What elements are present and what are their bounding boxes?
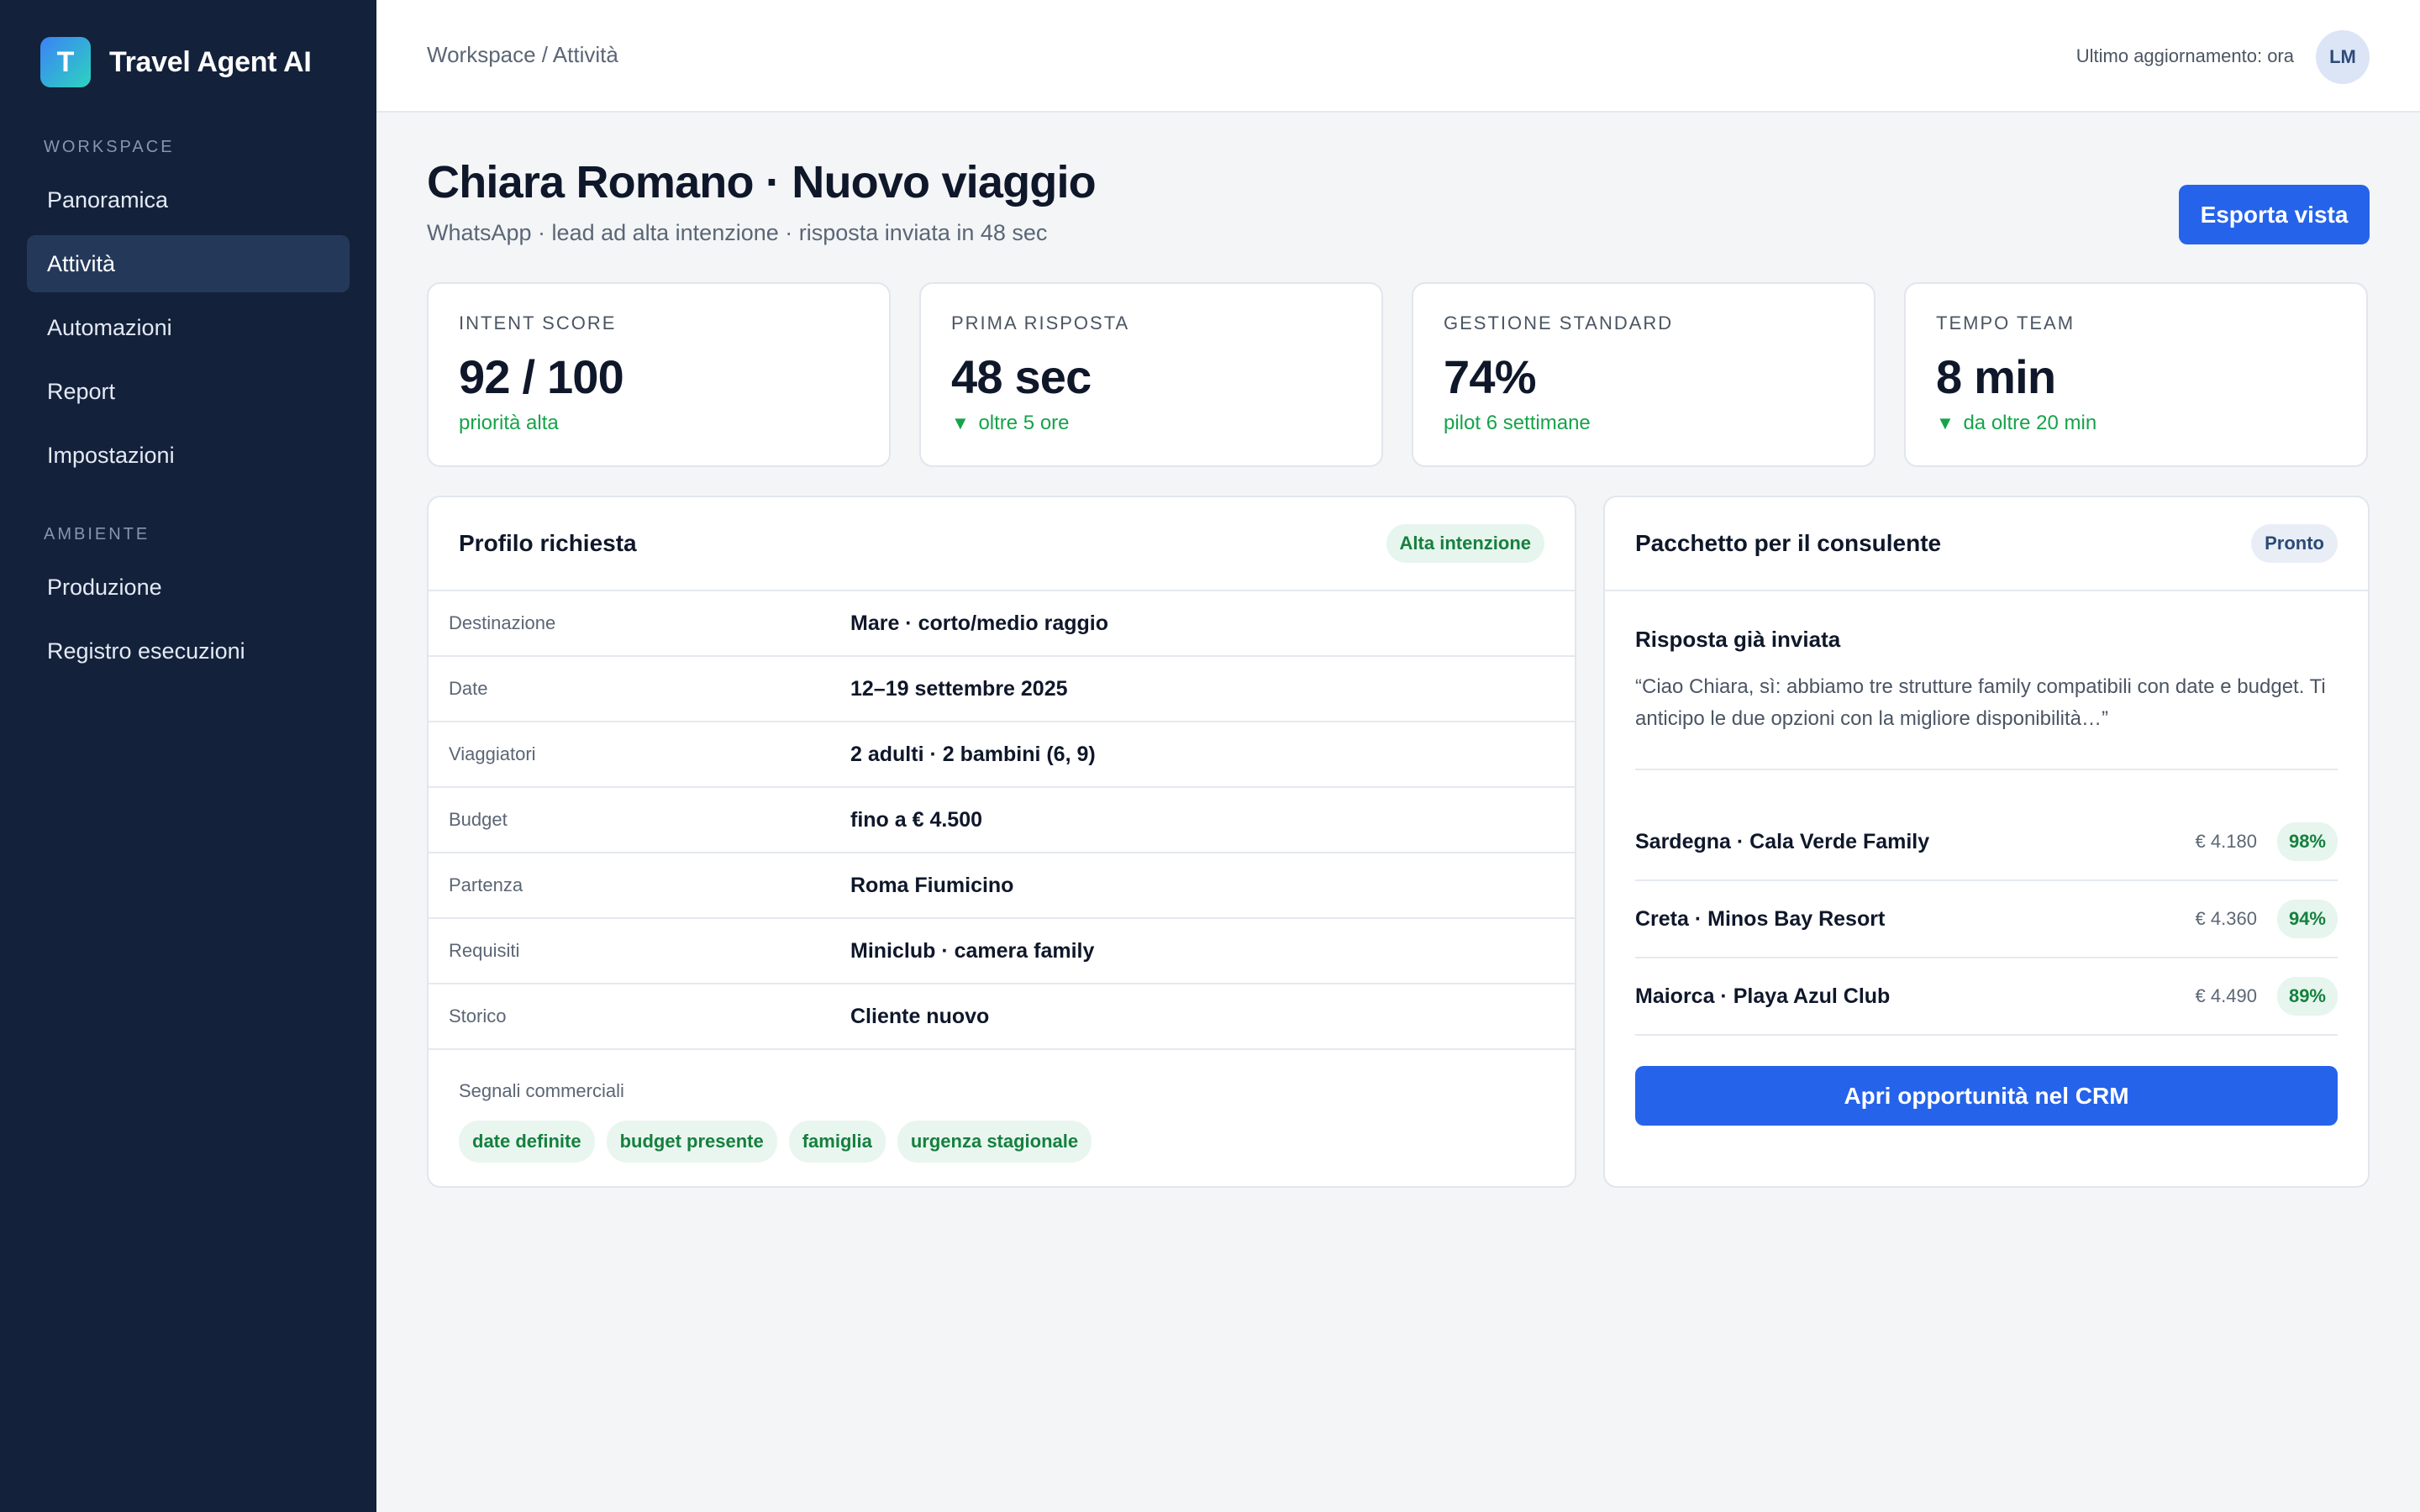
stat-label: GESTIONE STANDARD xyxy=(1444,312,1674,333)
row-label: Destinazione xyxy=(449,612,556,633)
sidebar-item-registro-esecuzioni[interactable]: Registro esecuzioni xyxy=(27,622,350,680)
panel-title: Pacchetto per il consulente xyxy=(1635,530,1942,556)
stat-note: pilot 6 settimane xyxy=(1444,412,1844,435)
breadcrumb[interactable]: Workspace / Attività xyxy=(427,42,618,68)
row-value: Roma Fiumicino xyxy=(850,873,1014,897)
stat-card-gestione-standard: GESTIONE STANDARD 74% pilot 6 settimane xyxy=(1412,282,1876,467)
option-name: Creta · Minos Bay Resort xyxy=(1635,906,1886,931)
sidebar-item-impostazioni[interactable]: Impostazioni xyxy=(27,427,350,484)
stat-card-prima-risposta: PRIMA RISPOSTA 48 sec ▼ oltre 5 ore xyxy=(919,282,1383,467)
package-panel: Pacchetto per il consulente Pronto Rispo… xyxy=(1603,496,2370,1188)
last-updated-status: Ultimo aggiornamento: ora xyxy=(2075,45,2294,66)
reply-title: Risposta già inviata xyxy=(1635,627,1841,652)
sidebar-item-report[interactable]: Report xyxy=(27,363,350,420)
sidebar: T Travel Agent AI WORKSPACE Panoramica A… xyxy=(0,0,376,1512)
profile-row-storico: Storico Cliente nuovo xyxy=(429,984,1575,1050)
status-badge: Pronto xyxy=(2251,524,2338,563)
stat-note: ▼ oltre 5 ore xyxy=(951,412,1351,435)
row-label: Requisiti xyxy=(449,940,520,961)
option-name: Maiorca · Playa Azul Club xyxy=(1635,984,1891,1008)
signal-chip: urgenza stagionale xyxy=(897,1121,1092,1163)
stat-note-text: pilot 6 settimane xyxy=(1444,411,1591,434)
page-title: Chiara Romano · Nuovo viaggio xyxy=(427,157,1097,207)
stat-label: TEMPO TEAM xyxy=(1936,312,2075,333)
row-label: Budget xyxy=(449,809,508,830)
signal-chip: date definite xyxy=(459,1121,595,1163)
profile-panel: Profilo richiesta Alta intenzione Destin… xyxy=(427,496,1576,1188)
app-name: Travel Agent AI xyxy=(109,45,312,78)
export-view-button[interactable]: Esporta vista xyxy=(2179,185,2370,244)
profile-row-destinazione: Destinazione Mare · corto/medio raggio xyxy=(429,591,1575,657)
sidebar-item-panoramica[interactable]: Panoramica xyxy=(27,171,350,228)
row-label: Storico xyxy=(449,1005,507,1026)
topbar: Workspace / Attività Ultimo aggiornament… xyxy=(376,0,2420,113)
option-price: € 4.490 xyxy=(2195,985,2257,1006)
stat-label: INTENT SCORE xyxy=(459,312,617,333)
option-row[interactable]: Sardegna · Cala Verde Family € 4.180 98% xyxy=(1635,804,2338,881)
match-score-badge: 89% xyxy=(2276,977,2338,1016)
row-value: Miniclub · camera family xyxy=(850,938,1095,963)
stat-value: 8 min xyxy=(1936,350,2056,403)
stat-note-text: oltre 5 ore xyxy=(978,411,1070,434)
stat-value: 74% xyxy=(1444,350,1536,403)
section-label-workspace: WORKSPACE xyxy=(44,138,175,156)
package-body: Risposta già inviata “Ciao Chiara, sì: a… xyxy=(1605,591,2368,1126)
section-label-ambiente: AMBIENTE xyxy=(44,525,150,543)
avatar[interactable]: LM xyxy=(2316,30,2370,84)
stat-note: priorità alta xyxy=(459,412,859,435)
stat-note: ▼ da oltre 20 min xyxy=(1936,412,2336,435)
profile-row-date: Date 12–19 settembre 2025 xyxy=(429,657,1575,722)
option-row[interactable]: Creta · Minos Bay Resort € 4.360 94% xyxy=(1635,881,2338,958)
signal-chips: date definite budget presente famiglia u… xyxy=(459,1121,1544,1163)
arrow-down-icon: ▼ xyxy=(951,412,970,433)
row-value: Mare · corto/medio raggio xyxy=(850,611,1108,635)
sidebar-item-automazioni[interactable]: Automazioni xyxy=(27,299,350,356)
stat-value: 92 / 100 xyxy=(459,350,624,403)
row-value: Cliente nuovo xyxy=(850,1004,990,1028)
panel-header: Profilo richiesta Alta intenzione xyxy=(429,497,1575,591)
row-label: Date xyxy=(449,678,488,699)
row-value: 12–19 settembre 2025 xyxy=(850,676,1068,701)
profile-row-requisiti: Requisiti Miniclub · camera family xyxy=(429,919,1575,984)
option-name: Sardegna · Cala Verde Family xyxy=(1635,829,1930,853)
profile-row-budget: Budget fino a € 4.500 xyxy=(429,788,1575,853)
match-score-badge: 94% xyxy=(2276,900,2338,938)
signal-chip: budget presente xyxy=(606,1121,777,1163)
sidebar-item-produzione[interactable]: Produzione xyxy=(27,559,350,616)
stat-card-tempo-team: TEMPO TEAM 8 min ▼ da oltre 20 min xyxy=(1904,282,2368,467)
status-badge: Alta intenzione xyxy=(1386,524,1544,563)
panel-title: Profilo richiesta xyxy=(459,530,637,556)
app-logo-icon: T xyxy=(40,37,91,87)
row-label: Partenza xyxy=(449,874,523,895)
sidebar-item-attivita[interactable]: Attività xyxy=(27,235,350,292)
match-score-badge: 98% xyxy=(2276,822,2338,861)
row-value: 2 adulti · 2 bambini (6, 9) xyxy=(850,742,1096,766)
row-value: fino a € 4.500 xyxy=(850,807,983,832)
divider xyxy=(1635,769,2338,770)
stat-card-intent-score: INTENT SCORE 92 / 100 priorità alta xyxy=(427,282,891,467)
arrow-down-icon: ▼ xyxy=(1936,412,1954,433)
reply-text: “Ciao Chiara, sì: abbiamo tre strutture … xyxy=(1635,675,2326,730)
panel-header: Pacchetto per il consulente Pronto xyxy=(1605,497,2368,591)
stat-value: 48 sec xyxy=(951,350,1092,403)
options-list: Sardegna · Cala Verde Family € 4.180 98%… xyxy=(1635,804,2338,1036)
signals-section: Segnali commerciali date definite budget… xyxy=(429,1050,1575,1163)
row-label: Viaggiatori xyxy=(449,743,536,764)
stat-note-text: da oltre 20 min xyxy=(1963,411,2097,434)
option-price: € 4.180 xyxy=(2195,831,2257,852)
profile-row-viaggiatori: Viaggiatori 2 adulti · 2 bambini (6, 9) xyxy=(429,722,1575,788)
option-price: € 4.360 xyxy=(2195,908,2257,929)
page-subtitle: WhatsApp · lead ad alta intenzione · ris… xyxy=(427,220,1048,245)
open-crm-button[interactable]: Apri opportunità nel CRM xyxy=(1635,1066,2338,1126)
signals-label: Segnali commerciali xyxy=(459,1080,624,1101)
stat-note-text: priorità alta xyxy=(459,411,559,434)
signal-chip: famiglia xyxy=(788,1121,886,1163)
stat-label: PRIMA RISPOSTA xyxy=(951,312,1130,333)
option-row[interactable]: Maiorca · Playa Azul Club € 4.490 89% xyxy=(1635,958,2338,1036)
brand[interactable]: T Travel Agent AI xyxy=(40,37,312,87)
profile-row-partenza: Partenza Roma Fiumicino xyxy=(429,853,1575,919)
